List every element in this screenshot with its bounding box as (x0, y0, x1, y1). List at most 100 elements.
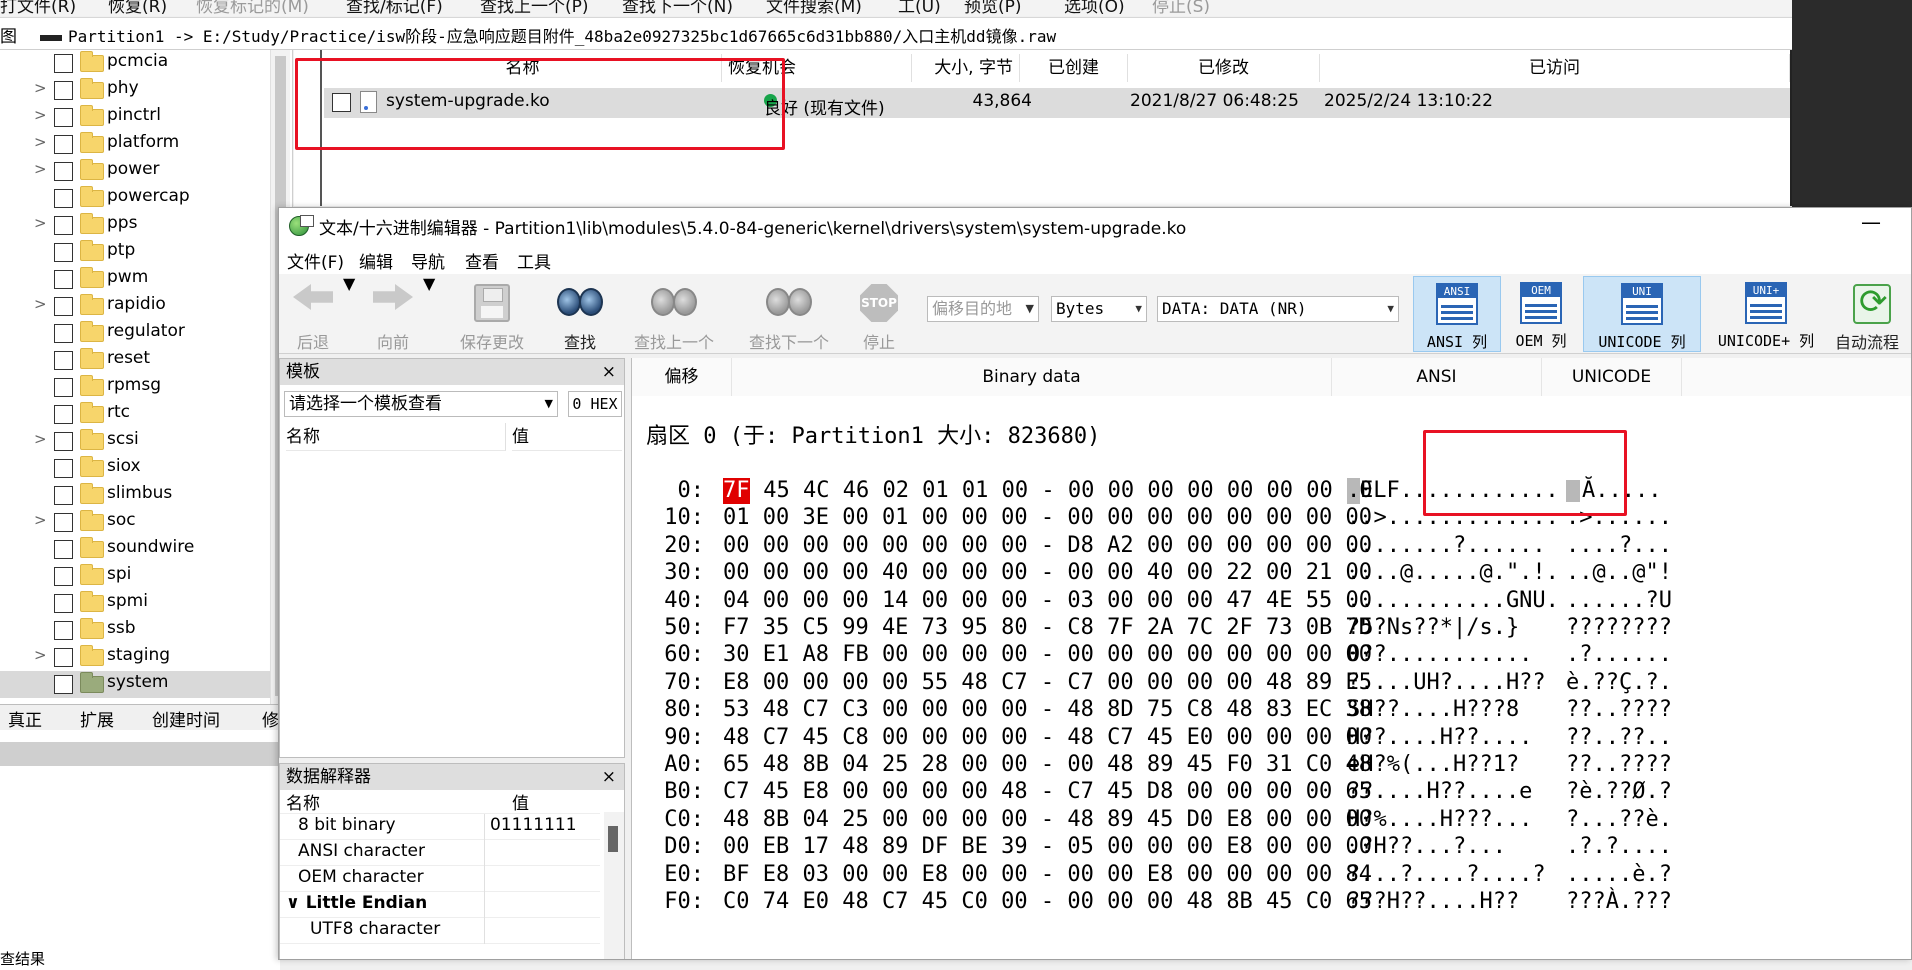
hex-row[interactable]: C0: 48 8B 04 25 00 00 00 00 - 48 89 45 D0… (632, 807, 1911, 833)
find-button[interactable]: 查找 (545, 274, 615, 354)
close-icon[interactable]: × (602, 764, 616, 790)
main-menu-item[interactable]: 恢复(R) (108, 0, 167, 16)
ansi-column-toggle[interactable]: ANSI ANSI 列 (1413, 276, 1501, 352)
tree-item-soc[interactable]: > soc (0, 509, 292, 536)
template-col-name[interactable]: 名称 (286, 423, 506, 451)
tree-item-phy[interactable]: > phy (0, 77, 292, 104)
column-tab[interactable]: 修 (262, 706, 279, 730)
interpreter-row[interactable]: OEM character (280, 866, 600, 892)
hex-view[interactable]: 偏移 Binary data ANSI UNICODE 扇区 0 (于: Par… (631, 358, 1911, 959)
hex-row[interactable]: A0: 65 48 8B 04 25 28 00 00 - 00 48 89 45… (632, 752, 1911, 778)
main-menu-item[interactable]: 恢复标记的(M) (196, 0, 309, 16)
hex-row[interactable]: 30: 00 00 00 00 40 00 00 00 - 00 00 40 00… (632, 560, 1911, 586)
main-menu-item[interactable]: 文件搜索(M) (766, 0, 862, 16)
tree-item-checkbox[interactable] (54, 621, 73, 640)
tree-item-checkbox[interactable] (54, 324, 73, 343)
tree-item-checkbox[interactable] (54, 243, 73, 262)
tree-item-checkbox[interactable] (54, 513, 73, 532)
editor-title-bar[interactable]: 文本/十六进制编辑器 - Partition1\lib\modules\5.4.… (279, 208, 1911, 244)
tree-item-rapidio[interactable]: > rapidio (0, 293, 292, 320)
tree-item-spi[interactable]: spi (0, 563, 292, 590)
tree-item-ssb[interactable]: ssb (0, 617, 292, 644)
tree-item-checkbox[interactable] (54, 486, 73, 505)
column-header-created[interactable]: 已创建 (1020, 54, 1128, 82)
back-dropdown-icon[interactable]: ▼ (343, 274, 355, 354)
menu-file[interactable]: 文件(F) (287, 248, 344, 273)
hex-row[interactable]: 10: 01 00 3E 00 01 00 00 00 - 00 00 00 00… (632, 505, 1911, 531)
hex-row[interactable]: 0: 7F 45 4C 46 02 01 01 00 - 00 00 00 00 … (632, 478, 1911, 504)
tree-item-checkbox[interactable] (54, 189, 73, 208)
tree-item-staging[interactable]: > staging (0, 644, 292, 671)
tree-item-regulator[interactable]: regulator (0, 320, 292, 347)
forward-dropdown-icon[interactable]: ▼ (423, 274, 435, 354)
save-changes-button[interactable]: 保存更改 (445, 274, 539, 354)
menu-edit[interactable]: 编辑 (359, 248, 393, 273)
chevron-right-icon[interactable]: > (34, 160, 47, 178)
chevron-right-icon[interactable]: > (34, 79, 47, 97)
interpreter-scrollbar[interactable] (604, 812, 624, 959)
tree-item-checkbox[interactable] (54, 108, 73, 127)
forward-button[interactable]: 向前 (361, 274, 425, 354)
main-menu-item[interactable]: 预览(P) (964, 0, 1022, 16)
menu-view[interactable]: 查看 (465, 248, 499, 273)
tree-item-checkbox[interactable] (54, 270, 73, 289)
minimize-button[interactable]: — (1861, 210, 1881, 234)
hex-col-unicode[interactable]: UNICODE (1542, 358, 1682, 396)
partition-path[interactable]: Partition1 -> E:/Study/Practice/isw阶段-应急… (40, 23, 1056, 47)
tree-item-siox[interactable]: siox (0, 455, 292, 482)
hex-row[interactable]: 60: 30 E1 A8 FB 00 00 00 00 - 00 00 00 00… (632, 642, 1911, 668)
hex-col-ansi[interactable]: ANSI (1332, 358, 1542, 396)
close-icon[interactable]: × (602, 359, 616, 385)
tree-item-checkbox[interactable] (54, 459, 73, 478)
tree-item-checkbox[interactable] (54, 432, 73, 451)
main-menu-item[interactable]: 查找下一个(N) (622, 0, 733, 16)
interpreter-scrollbar-thumb[interactable] (608, 826, 618, 852)
hex-row[interactable]: 80: 53 48 C7 C3 00 00 00 00 - 48 8D 75 C8… (632, 697, 1911, 723)
template-select[interactable]: 请选择一个模板查看 ▼ (284, 391, 558, 417)
chevron-right-icon[interactable]: > (34, 214, 47, 232)
hex-row[interactable]: 90: 48 C7 45 C8 00 00 00 00 - 48 C7 45 E0… (632, 725, 1911, 751)
tree-item-checkbox[interactable] (54, 351, 73, 370)
interpreter-row[interactable]: ANSI character (280, 840, 600, 866)
unicode-column-toggle[interactable]: UNI UNICODE 列 (1583, 276, 1701, 352)
tree-item-platform[interactable]: > platform (0, 131, 292, 158)
menu-navigate[interactable]: 导航 (411, 248, 445, 273)
column-header-size[interactable]: 大小, 字节 (912, 54, 1020, 82)
hex-row[interactable]: E0: BF E8 03 00 00 E8 00 00 - 00 00 E8 00… (632, 862, 1911, 888)
column-tab[interactable]: 真正 (8, 706, 42, 730)
interpreter-row[interactable]: UTF8 character (280, 918, 600, 944)
hex-row[interactable]: B0: C7 45 E8 00 00 00 00 48 - C7 45 D8 00… (632, 779, 1911, 805)
tree-item-rpmsg[interactable]: rpmsg (0, 374, 292, 401)
find-next-button[interactable]: 查找下一个 (733, 274, 845, 354)
tree-item-pwm[interactable]: pwm (0, 266, 292, 293)
tree-item-reset[interactable]: reset (0, 347, 292, 374)
chevron-right-icon[interactable]: > (34, 646, 47, 664)
main-menu-item[interactable]: 工(U) (898, 0, 941, 16)
column-header-accessed[interactable]: 已访问 (1320, 54, 1790, 82)
tree-item-checkbox[interactable] (54, 216, 73, 235)
tree-item-pcmcia[interactable]: pcmcia (0, 50, 292, 77)
main-menu-item[interactable]: 选项(O) (1064, 0, 1125, 16)
chevron-right-icon[interactable]: > (34, 430, 47, 448)
hex-row[interactable]: 50: F7 35 C5 99 4E 73 95 80 - C8 7F 2A 7C… (632, 615, 1911, 641)
auto-flow-button[interactable]: 自动流程 (1831, 274, 1911, 354)
tree-item-checkbox[interactable] (54, 54, 73, 73)
hex-row[interactable]: D0: 00 EB 17 48 89 DF BE 39 - 05 00 00 00… (632, 834, 1911, 860)
hex-row[interactable]: 40: 04 00 00 00 14 00 00 00 - 03 00 00 00… (632, 588, 1911, 614)
tree-item-slimbus[interactable]: slimbus (0, 482, 292, 509)
tree-item-checkbox[interactable] (54, 297, 73, 316)
hex-row[interactable]: 20: 00 00 00 00 00 00 00 00 - D8 A2 00 00… (632, 533, 1911, 559)
tree-item-pinctrl[interactable]: > pinctrl (0, 104, 292, 131)
column-header-modified[interactable]: 已修改 (1128, 54, 1320, 82)
interpreter-row[interactable]: ∨ Little Endian (280, 892, 600, 918)
data-source-select[interactable]: DATA: DATA (NR) ▼ (1157, 296, 1399, 322)
chevron-right-icon[interactable]: > (34, 133, 47, 151)
template-col-value[interactable]: 值 (512, 423, 622, 451)
tree-item-checkbox[interactable] (54, 81, 73, 100)
tree-item-checkbox[interactable] (54, 378, 73, 397)
chevron-right-icon[interactable]: > (34, 295, 47, 313)
chevron-right-icon[interactable]: > (34, 106, 47, 124)
tree-item-checkbox[interactable] (54, 135, 73, 154)
interpreter-row[interactable]: 8 bit binary 01111111 (280, 814, 600, 840)
unicode-plus-column-toggle[interactable]: UNI+ UNICODE+ 列 (1707, 276, 1825, 352)
